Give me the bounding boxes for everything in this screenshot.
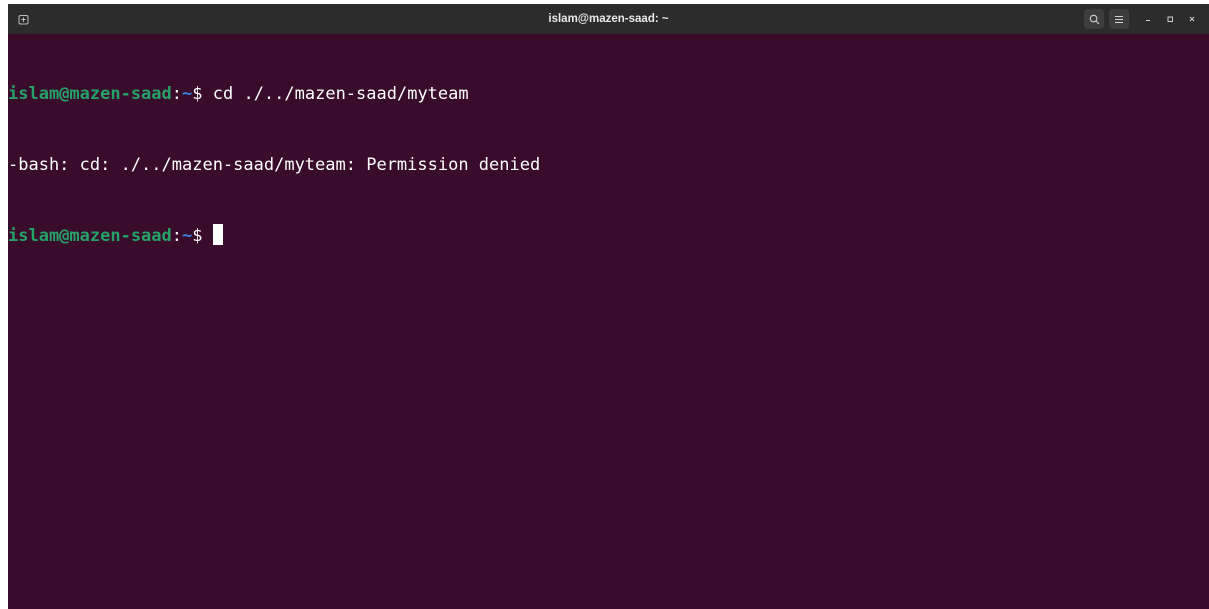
terminal-line-prompt: islam@mazen-saad:~$ cd ./../mazen-saad/m…: [8, 83, 1209, 107]
minimize-button[interactable]: [1138, 9, 1158, 29]
prompt-path: ~: [182, 84, 193, 104]
prompt-path: ~: [182, 226, 193, 246]
prompt-user-host: islam@mazen-saad: [8, 84, 172, 104]
text-cursor: [212, 224, 223, 245]
error-output-text: -bash: cd: ./../mazen-saad/myteam: Permi…: [8, 154, 541, 175]
terminal-line-output: -bash: cd: ./../mazen-saad/myteam: Permi…: [8, 154, 1209, 178]
terminal-window: islam@mazen-saad: ~ islam@mazen-saad:~$ …: [8, 4, 1209, 609]
search-icon: [1089, 14, 1099, 24]
prompt-separator: :: [171, 84, 183, 104]
prompt-user-host: islam@mazen-saad: [8, 226, 172, 246]
hamburger-menu-icon: [1115, 15, 1123, 23]
close-button[interactable]: [1182, 9, 1202, 29]
command-input[interactable]: [203, 226, 213, 246]
maximize-button[interactable]: [1160, 9, 1180, 29]
minimize-icon: [1146, 20, 1150, 21]
maximize-icon: [1167, 16, 1173, 22]
command-text: cd ./../mazen-saad/myteam: [202, 84, 469, 104]
prompt-symbol: $: [192, 226, 203, 246]
menu-button[interactable]: [1109, 9, 1129, 29]
terminal-line-prompt: islam@mazen-saad:~$: [8, 224, 1209, 248]
terminal-output[interactable]: islam@mazen-saad:~$ cd ./../mazen-saad/m…: [8, 36, 1209, 609]
prompt-separator: :: [171, 226, 183, 246]
window-title: islam@mazen-saad: ~: [548, 13, 669, 25]
title-bar[interactable]: islam@mazen-saad: ~: [8, 4, 1209, 34]
search-button[interactable]: [1084, 9, 1104, 29]
prompt-symbol: $: [192, 84, 203, 104]
close-icon: [1189, 16, 1195, 22]
